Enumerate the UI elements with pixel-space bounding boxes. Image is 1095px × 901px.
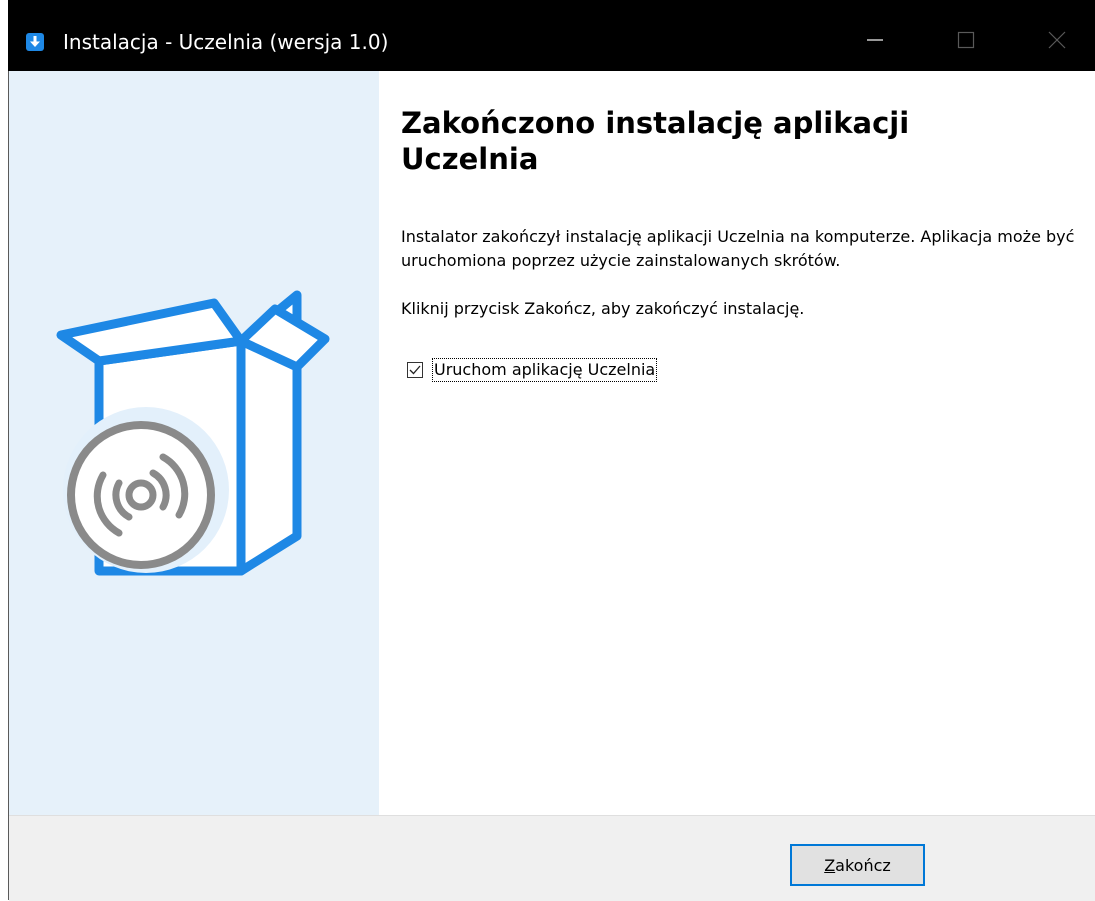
sidebar-panel (9, 71, 379, 815)
installer-window: Instalacja - Uczelnia (wersja 1.0) Zakoń… (8, 0, 1095, 901)
page-title: Zakończono instalację aplikacji Uczelnia (401, 106, 910, 176)
launch-app-checkbox-label[interactable]: Uruchom aplikację Uczelnia (432, 358, 658, 382)
finish-button-label: akończ (835, 855, 891, 875)
maximize-icon (957, 31, 975, 49)
close-button[interactable] (1034, 25, 1080, 55)
button-bar: Zakończ (9, 815, 1095, 901)
maximize-button[interactable] (943, 25, 989, 55)
title-bar[interactable]: Instalacja - Uczelnia (wersja 1.0) (8, 0, 1095, 71)
software-box-with-disc-illustration (56, 290, 330, 576)
launch-app-checkbox[interactable] (407, 362, 423, 378)
installer-download-icon (26, 33, 44, 51)
finish-button[interactable]: Zakończ (790, 844, 925, 886)
completion-message: Instalator zakończył instalację aplikacj… (401, 227, 1075, 270)
content-panel: Zakończono instalację aplikacji Uczelnia… (379, 71, 1095, 815)
checkmark-icon (409, 365, 421, 375)
close-icon (1048, 31, 1066, 49)
window-title: Instalacja - Uczelnia (wersja 1.0) (63, 30, 389, 54)
minimize-icon (867, 39, 883, 41)
finish-button-mnemonic: Z (824, 855, 836, 875)
finish-instruction: Kliknij przycisk Zakończ, aby zakończyć … (401, 299, 805, 318)
minimize-button[interactable] (852, 25, 898, 55)
